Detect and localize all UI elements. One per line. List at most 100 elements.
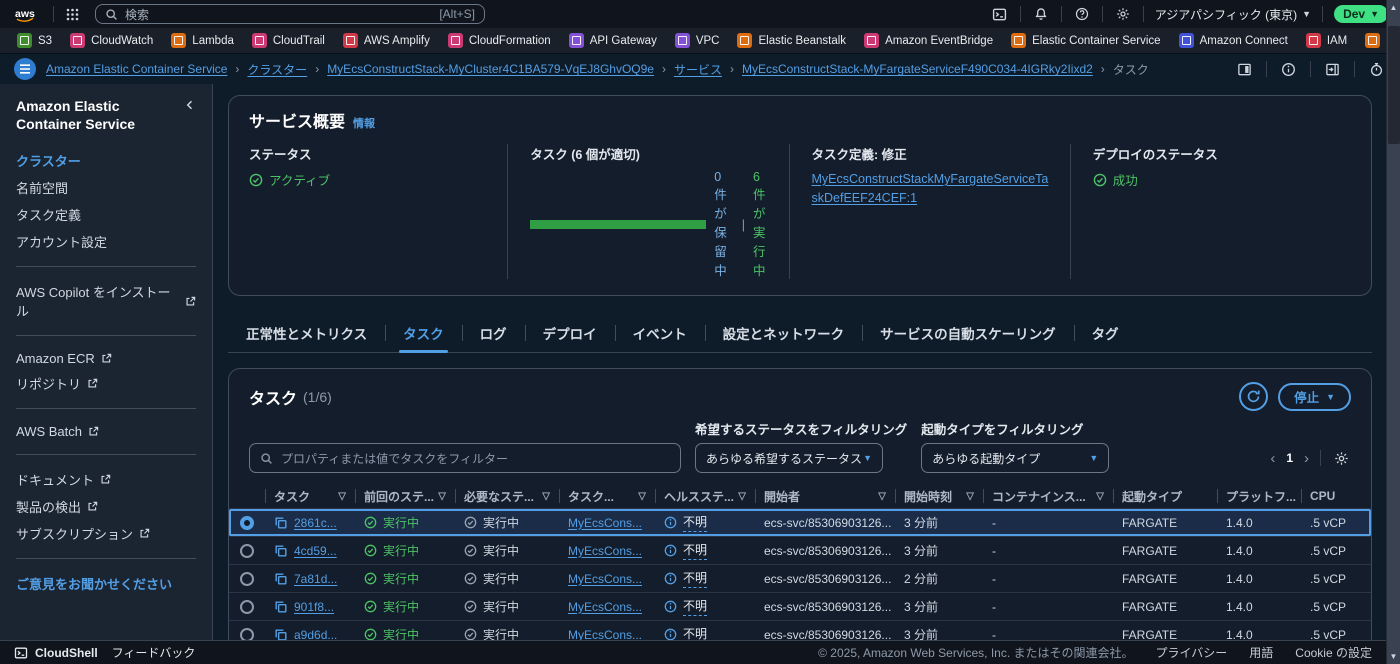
task-row[interactable]: 901f8... 実行中 実行中 MyEcsCons... 不明 ecs-svc/8530… [229,593,1371,621]
row-radio[interactable] [240,599,254,614]
column-header[interactable]: 起動タイプ [1113,484,1217,508]
column-header[interactable]: 前回のステ... ▽ [355,484,455,508]
global-search-input[interactable]: 検索 [Alt+S] [95,4,485,24]
split-layout-icon[interactable] [1235,60,1254,79]
filter-column-icon[interactable]: ▽ [634,491,646,502]
filter-column-icon[interactable]: ▽ [1092,491,1104,502]
column-header[interactable]: コンテナインス... ▽ [983,484,1113,508]
task-definition-link[interactable]: MyEcsCons... [568,572,642,586]
breadcrumb-item[interactable]: Amazon Elastic Container Service [46,62,227,76]
column-header[interactable]: 開始時刻 ▽ [895,484,983,508]
task-row[interactable]: 7a81d... 実行中 実行中 MyEcsCons... 不明 ecs-svc/8530… [229,565,1371,593]
next-page-button[interactable]: › [1304,450,1309,467]
sidebar-collapse-icon[interactable] [184,97,196,111]
favorite-amazon-connect[interactable]: Amazon Connect [1170,28,1297,53]
tab[interactable]: デプロイ [524,316,615,352]
vscroll-thumb[interactable] [1388,26,1400,144]
column-header[interactable]: ヘルスステ... ▽ [655,484,755,508]
cookie-settings-link[interactable]: Cookie の設定 [1295,644,1372,661]
info-link[interactable]: 情報 [353,115,375,131]
column-header[interactable]: タスク ▽ [265,484,355,508]
previous-page-button[interactable]: ‹ [1270,450,1275,467]
sidebar-item[interactable]: リポジトリ [16,370,196,397]
sidebar-item[interactable]: ご意見をお聞かせください [16,570,196,597]
task-definition-link[interactable]: MyEcsCons... [568,544,642,558]
feedback-button[interactable]: フィードバック [112,644,196,661]
copy-icon[interactable] [274,572,288,586]
copy-icon[interactable] [274,628,288,641]
timer-icon[interactable] [1367,60,1386,79]
task-row[interactable]: a9d6d... 実行中 実行中 MyEcsCons... 不明 ecs-svc/8530… [229,621,1371,640]
column-header[interactable]: CPU [1301,484,1371,508]
scroll-down-arrow[interactable]: ▼ [1387,652,1400,661]
favorite-cloudwatch[interactable]: CloudWatch [61,28,162,53]
sidebar-item[interactable]: 製品の検出 [16,493,196,520]
cloudshell-icon[interactable] [990,5,1009,24]
favorite-amazon-eventbridge[interactable]: Amazon EventBridge [855,28,1002,53]
sidebar-item[interactable]: サブスクリプション [16,520,196,547]
breadcrumb-item[interactable]: MyEcsConstructStack-MyFargateServiceF490… [742,62,1093,76]
sidebar-item[interactable]: アカウント設定 [16,228,196,255]
favorite-elastic-container-service[interactable]: Elastic Container Service [1002,28,1169,53]
open-panel-icon[interactable] [1323,60,1342,79]
task-definition-link[interactable]: MyEcsCons... [568,516,642,530]
filter-column-icon[interactable]: ▽ [734,491,746,502]
filter-column-icon[interactable]: ▽ [538,491,550,502]
tab[interactable]: イベント [614,316,705,352]
task-id-link[interactable]: a9d6d... [294,628,337,641]
task-id-link[interactable]: 901f8... [294,600,334,614]
task-definition-link[interactable]: MyEcsCons... [568,600,642,614]
row-radio[interactable] [240,571,254,586]
favorite-iam[interactable]: IAM [1297,28,1356,53]
task-id-link[interactable]: 7a81d... [294,572,337,586]
sidebar-item[interactable]: 名前空間 [16,174,196,201]
column-header[interactable]: タスク... ▽ [559,484,655,508]
favorite-s3[interactable]: S3 [8,28,61,53]
column-header[interactable]: プラットフ... [1217,484,1301,508]
filter-column-icon[interactable]: ▽ [434,491,446,502]
task-id-link[interactable]: 2861c... [294,516,337,530]
favorite-aws-amplify[interactable]: AWS Amplify [334,28,439,53]
refresh-button[interactable] [1239,382,1269,411]
tab[interactable]: タグ [1073,316,1137,352]
copy-icon[interactable] [274,516,288,530]
favorite-cloudformation[interactable]: CloudFormation [439,28,560,53]
terms-link[interactable]: 用語 [1249,644,1273,661]
sidebar-item[interactable]: AWS Copilot をインストール [16,278,196,324]
stop-button[interactable]: 停止 ▼ [1278,382,1351,411]
task-filter-input[interactable]: プロパティまたは値でタスクをフィルター [249,443,681,473]
tab[interactable]: タスク [385,316,462,353]
task-definition-link[interactable]: MyEcsCons... [568,628,642,641]
sidebar-item[interactable]: AWS Batch [16,420,196,443]
app-grid-icon[interactable] [64,6,81,23]
vertical-scrollbar[interactable]: ▲ ▼ [1386,0,1400,664]
tab[interactable]: ログ [461,316,525,352]
task-row[interactable]: 4cd59... 実行中 実行中 MyEcsCons... 不明 ecs-svc/8530… [229,537,1371,565]
favorite-cloudtrail[interactable]: CloudTrail [243,28,334,53]
task-definition-link[interactable]: MyEcsConstructStackMyFargateServiceTaskD… [812,170,1054,208]
tab[interactable]: 設定とネットワーク [704,316,863,352]
notifications-bell-icon[interactable] [1032,5,1050,23]
table-settings-gear-icon[interactable] [1332,449,1351,468]
region-selector[interactable]: アジアパシフィック (東京) ▼ [1155,6,1311,23]
tab[interactable]: 正常性とメトリクス [228,316,385,352]
filter-column-icon[interactable]: ▽ [334,491,346,502]
favorite-vpc[interactable]: VPC [666,28,729,53]
settings-gear-icon[interactable] [1114,5,1132,23]
profile-menu[interactable]: Dev ▼ [1334,5,1388,23]
sidebar-item[interactable]: タスク定義 [16,201,196,228]
launch-type-select[interactable]: あらゆる起動タイプ ▼ [921,443,1110,473]
breadcrumb-item[interactable]: サービス [674,61,722,78]
desired-status-select[interactable]: あらゆる希望するステータス ▼ [695,443,883,473]
column-header[interactable]: 開始者 ▽ [755,484,895,508]
breadcrumb-item[interactable]: MyEcsConstructStack-MyCluster4C1BA579-Vq… [327,62,654,76]
sidebar-item[interactable]: Amazon ECR [16,347,196,370]
menu-icon[interactable] [14,58,36,80]
copy-icon[interactable] [274,600,288,614]
favorite-api-gateway[interactable]: API Gateway [560,28,666,53]
sidebar-item[interactable]: ドキュメント [16,466,196,493]
breadcrumb-item[interactable]: クラスター [247,61,307,78]
favorite-elastic-beanstalk[interactable]: Elastic Beanstalk [728,28,855,53]
sidebar-item[interactable]: クラスター [16,147,196,174]
help-icon[interactable] [1073,5,1091,23]
